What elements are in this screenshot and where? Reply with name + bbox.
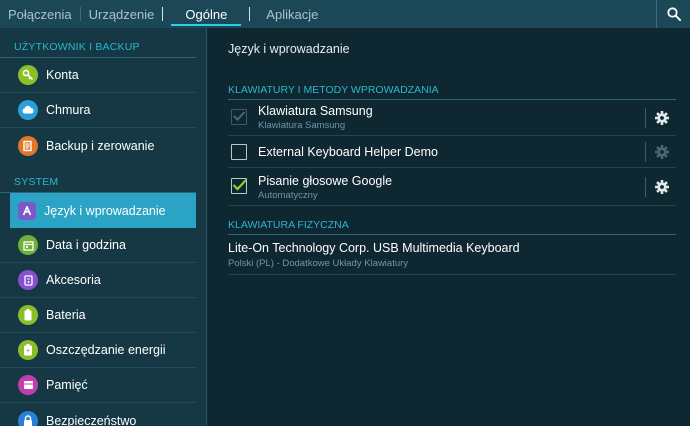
main-panel: Język i wprowadzanie KLAWIATURY I METODY…: [208, 28, 690, 426]
keyboard-title: Pisanie głosowe Google: [258, 174, 393, 188]
section-header-system: SYSTEM: [0, 171, 196, 193]
sidebar-item-bateria[interactable]: Bateria: [0, 298, 196, 333]
backup-icon: [18, 135, 38, 156]
keyboard-row-samsung[interactable]: Klawiatura Samsung Klawiatura Samsung: [228, 100, 676, 136]
accessories-icon: [18, 270, 38, 290]
sidebar-item-label: Pamięć: [46, 378, 88, 392]
tab-ogolne[interactable]: Ogólne: [163, 0, 249, 28]
tab-polaczenia[interactable]: Połączenia: [0, 0, 80, 28]
keyboard-title: Klawiatura Samsung: [258, 104, 373, 118]
gear-icon[interactable]: [654, 110, 670, 126]
battery-icon: [18, 305, 38, 325]
gear-icon[interactable]: [654, 179, 670, 195]
settings-sidebar: UŻYTKOWNIK I BACKUP Konta Chmura Backup …: [0, 28, 207, 426]
physical-keyboard-row[interactable]: Lite-On Technology Corp. USB Multimedia …: [228, 235, 676, 275]
sidebar-item-label: Konta: [46, 68, 79, 82]
keyboard-checkbox-google-voice[interactable]: [231, 178, 247, 194]
sidebar-item-jezyk[interactable]: Język i wprowadzanie: [10, 193, 196, 228]
keyboard-row-google-voice[interactable]: Pisanie głosowe Google Automatyczny: [228, 168, 676, 206]
search-button[interactable]: [656, 0, 690, 28]
sidebar-item-akcesoria[interactable]: Akcesoria: [0, 263, 196, 298]
keyboard-checkbox-samsung: [231, 109, 247, 125]
sidebar-item-pamiec[interactable]: Pamięć: [0, 368, 196, 403]
sidebar-item-label: Akcesoria: [46, 273, 101, 287]
tab-urzadzenie[interactable]: Urządzenie: [81, 0, 163, 28]
gear-icon: [655, 145, 669, 159]
physical-keyboard-subtitle: Polski (PL) - Dodatkowe Układy Klawiatur…: [228, 258, 409, 269]
keyboard-subtitle: Automatyczny: [258, 190, 318, 201]
sidebar-item-bezpieczenstwo[interactable]: Bezpieczeństwo: [0, 403, 196, 426]
sidebar-item-label: Data i godzina: [46, 238, 126, 252]
language-icon: [18, 201, 36, 220]
section-header-user-backup: UŻYTKOWNIK I BACKUP: [0, 36, 196, 58]
keyboard-row-external[interactable]: External Keyboard Helper Demo: [228, 136, 676, 168]
top-tab-bar: Połączenia Urządzenie Ogólne Aplikacje: [0, 0, 690, 28]
physical-keyboard-title: Lite-On Technology Corp. USB Multimedia …: [228, 241, 520, 255]
row-divider: [645, 177, 646, 197]
lock-icon: [18, 410, 38, 426]
storage-icon: [18, 375, 38, 395]
keyboard-checkbox-external[interactable]: [231, 144, 247, 160]
search-icon: [666, 7, 681, 21]
tab-aplikacje[interactable]: Aplikacje: [250, 0, 326, 28]
sidebar-item-data-godzina[interactable]: Data i godzina: [0, 228, 196, 263]
row-divider: [645, 142, 646, 162]
sidebar-item-backup[interactable]: Backup i zerowanie: [0, 128, 196, 163]
sidebar-item-label: Bateria: [46, 308, 86, 322]
row-divider: [645, 108, 646, 128]
key-icon: [18, 65, 38, 85]
sidebar-item-label: Język i wprowadzanie: [44, 203, 166, 218]
keyboard-subtitle: Klawiatura Samsung: [258, 120, 346, 131]
sidebar-item-label: Bezpieczeństwo: [46, 413, 137, 426]
sidebar-item-label: Backup i zerowanie: [46, 138, 155, 153]
keyboard-title: External Keyboard Helper Demo: [258, 145, 438, 159]
calendar-icon: [18, 235, 38, 255]
power-saving-icon: [18, 340, 38, 360]
sidebar-item-konta[interactable]: Konta: [0, 58, 196, 93]
sidebar-item-chmura[interactable]: Chmura: [0, 93, 196, 128]
sidebar-item-label: Oszczędzanie energii: [46, 343, 166, 357]
sidebar-item-label: Chmura: [46, 103, 91, 117]
sidebar-item-oszczedzanie[interactable]: Oszczędzanie energii: [0, 333, 196, 368]
section-header-physical-keyboard: KLAWIATURA FIZYCZNA: [228, 219, 676, 235]
page-title: Język i wprowadzanie: [228, 42, 350, 56]
cloud-icon: [18, 100, 38, 120]
section-header-keyboards: KLAWIATURY I METODY WPROWADZANIA: [228, 84, 676, 100]
